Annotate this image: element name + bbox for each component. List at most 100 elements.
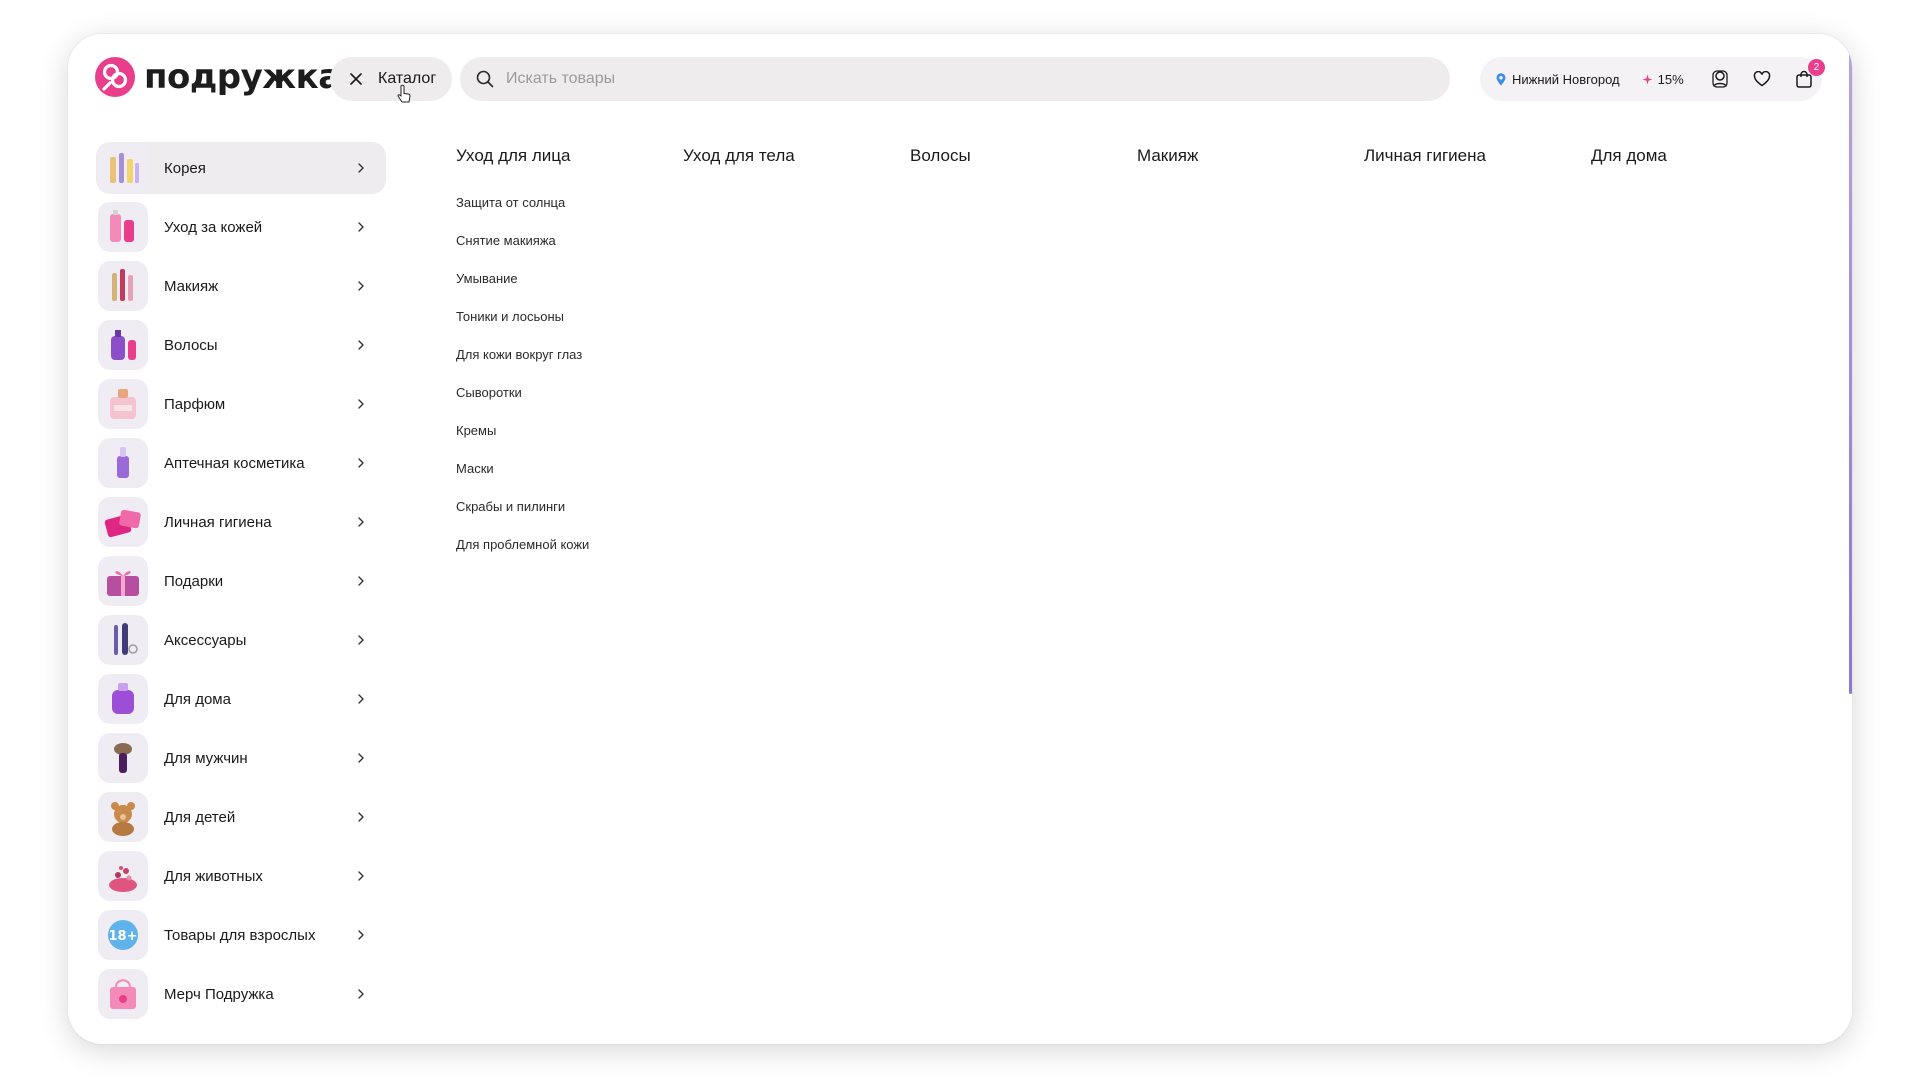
chevron-right-icon (358, 989, 364, 999)
chevron-right-icon (358, 458, 364, 468)
discount-star-icon (1642, 74, 1653, 84)
catalog-button[interactable]: Каталог (330, 57, 452, 101)
subcategory-tabs: Уход для лица Уход для тела Волосы Макияж Ли… (456, 146, 1816, 182)
chevron-right-icon (358, 753, 364, 763)
sidebar-item[interactable]: Для дома (96, 673, 386, 725)
men-icon (98, 733, 148, 783)
cart-button[interactable]: 2 (1792, 59, 1825, 91)
search-icon (476, 70, 494, 88)
subcategory-tab[interactable]: Уход для лица (456, 146, 570, 166)
sidebar-item[interactable]: Корея (96, 142, 386, 194)
subcategory-link[interactable]: Маски (456, 460, 589, 498)
sidebar-item-label: Товары для взрослых (164, 926, 316, 944)
subcategory-link[interactable]: Умывание (456, 270, 589, 308)
subcategory-tab[interactable]: Уход для тела (683, 146, 795, 166)
sidebar-item-label: Аптечная косметика (164, 454, 305, 472)
chevron-right-icon (358, 340, 364, 350)
sidebar-item[interactable]: Волосы (96, 319, 386, 371)
gift-icon (98, 556, 148, 606)
subcategory-tab[interactable]: Макияж (1137, 146, 1198, 166)
search-input[interactable] (504, 69, 1408, 89)
pets-icon (98, 851, 148, 901)
sidebar-item[interactable]: Парфюм (96, 378, 386, 430)
pharmacy-cosmetics-icon (98, 438, 148, 488)
sidebar-item-label: Мерч Подружка (164, 985, 274, 1003)
sidebar-item[interactable]: 18+ Товары для взрослых (96, 909, 386, 961)
sidebar-item-label: Корея (164, 159, 206, 177)
sidebar-item-label: Макияж (164, 277, 219, 295)
header-actions: Нижний Новгород 15% 2 (1480, 57, 1825, 101)
sidebar-item[interactable]: Аптечная косметика (96, 437, 386, 489)
sidebar-item-label: Личная гигиена (164, 513, 272, 531)
sidebar-item[interactable]: Подарки (96, 555, 386, 607)
subcategory-link[interactable]: Защита от солнца (456, 194, 589, 232)
sidebar-item[interactable]: Для мужчин (96, 732, 386, 784)
close-icon (350, 73, 362, 85)
favorites-button[interactable] (1750, 67, 1774, 91)
subcategory-list: Защита от солнца Снятие макияжа Умывание То… (456, 194, 589, 574)
sidebar-item-label: Для детей (164, 808, 236, 826)
subcategory-link[interactable]: Кремы (456, 422, 589, 460)
sidebar-item[interactable]: Аксессуары (96, 614, 386, 666)
sidebar-item-label: Аксессуары (164, 631, 247, 649)
sidebar-item-label: Парфюм (164, 395, 226, 413)
subcategory-link[interactable]: Скрабы и пилинги (456, 498, 589, 536)
podruzhka-logo-icon (95, 57, 135, 97)
discount-value: 15% (1657, 71, 1684, 87)
mouse-cursor-icon (397, 84, 411, 103)
kids-icon (98, 792, 148, 842)
sidebar-item-label: Подарки (164, 572, 224, 590)
sidebar-item-label: Для животных (164, 867, 263, 885)
chevron-right-icon (358, 163, 364, 173)
user-icon (1712, 70, 1728, 88)
search-bar[interactable] (460, 57, 1450, 101)
hygiene-icon (98, 497, 148, 547)
browser-window: подружка Каталог Нижний Новгород (68, 34, 1852, 1044)
account-button[interactable] (1708, 67, 1732, 91)
chevron-right-icon (358, 694, 364, 704)
subcategory-tab[interactable]: Волосы (910, 146, 971, 166)
sidebar-item[interactable]: Макияж (96, 260, 386, 312)
sidebar-item-label: Для мужчин (164, 749, 248, 767)
sidebar-item-label: Для дома (164, 690, 231, 708)
chevron-right-icon (358, 635, 364, 645)
sidebar-item-label: Волосы (164, 336, 218, 354)
chevron-right-icon (358, 930, 364, 940)
accessories-icon (98, 615, 148, 665)
subcategory-tab[interactable]: Для дома (1591, 146, 1667, 166)
sidebar-item[interactable]: Для детей (96, 791, 386, 843)
hair-icon (98, 320, 148, 370)
svg-text:18+: 18+ (109, 929, 138, 944)
subcategory-link[interactable]: Сыворотки (456, 384, 589, 422)
sidebar-item[interactable]: Для животных (96, 850, 386, 902)
chevron-right-icon (358, 281, 364, 291)
city-selector[interactable]: Нижний Новгород (1496, 72, 1620, 87)
chevron-right-icon (358, 871, 364, 881)
chevron-right-icon (358, 576, 364, 586)
chevron-right-icon (358, 517, 364, 527)
scrollbar[interactable] (1849, 54, 1852, 694)
home-icon (98, 674, 148, 724)
chevron-right-icon (358, 399, 364, 409)
subcategory-link[interactable]: Тоники и лосьоны (456, 308, 589, 346)
sidebar-item[interactable]: Мерч Подружка (96, 968, 386, 1020)
sidebar-item[interactable]: Уход за кожей (96, 201, 386, 253)
sidebar-item[interactable]: Личная гигиена (96, 496, 386, 548)
catalog-content: Уход для лица Уход для тела Волосы Макияж Ли… (456, 146, 1816, 552)
site-header: подружка Каталог Нижний Новгород (68, 34, 1852, 146)
subcategory-link[interactable]: Для проблемной кожи (456, 536, 589, 574)
korea-cosmetics-icon (98, 143, 148, 193)
logo-text: подружка (144, 57, 341, 97)
discount-badge[interactable]: 15% (1642, 72, 1684, 87)
makeup-icon (98, 261, 148, 311)
catalog-sidebar: Корея Уход за кожей Макияж Волосы Парфюм Апте… (96, 142, 386, 1027)
city-name: Нижний Новгород (1512, 71, 1620, 87)
skincare-icon (98, 202, 148, 252)
perfume-icon (98, 379, 148, 429)
logo[interactable]: подружка (94, 56, 341, 98)
subcategory-tab[interactable]: Личная гигиена (1364, 146, 1486, 166)
merch-bag-icon (98, 969, 148, 1019)
subcategory-link[interactable]: Для кожи вокруг глаз (456, 346, 589, 384)
cart-count-badge: 2 (1808, 59, 1825, 76)
subcategory-link[interactable]: Снятие макияжа (456, 232, 589, 270)
